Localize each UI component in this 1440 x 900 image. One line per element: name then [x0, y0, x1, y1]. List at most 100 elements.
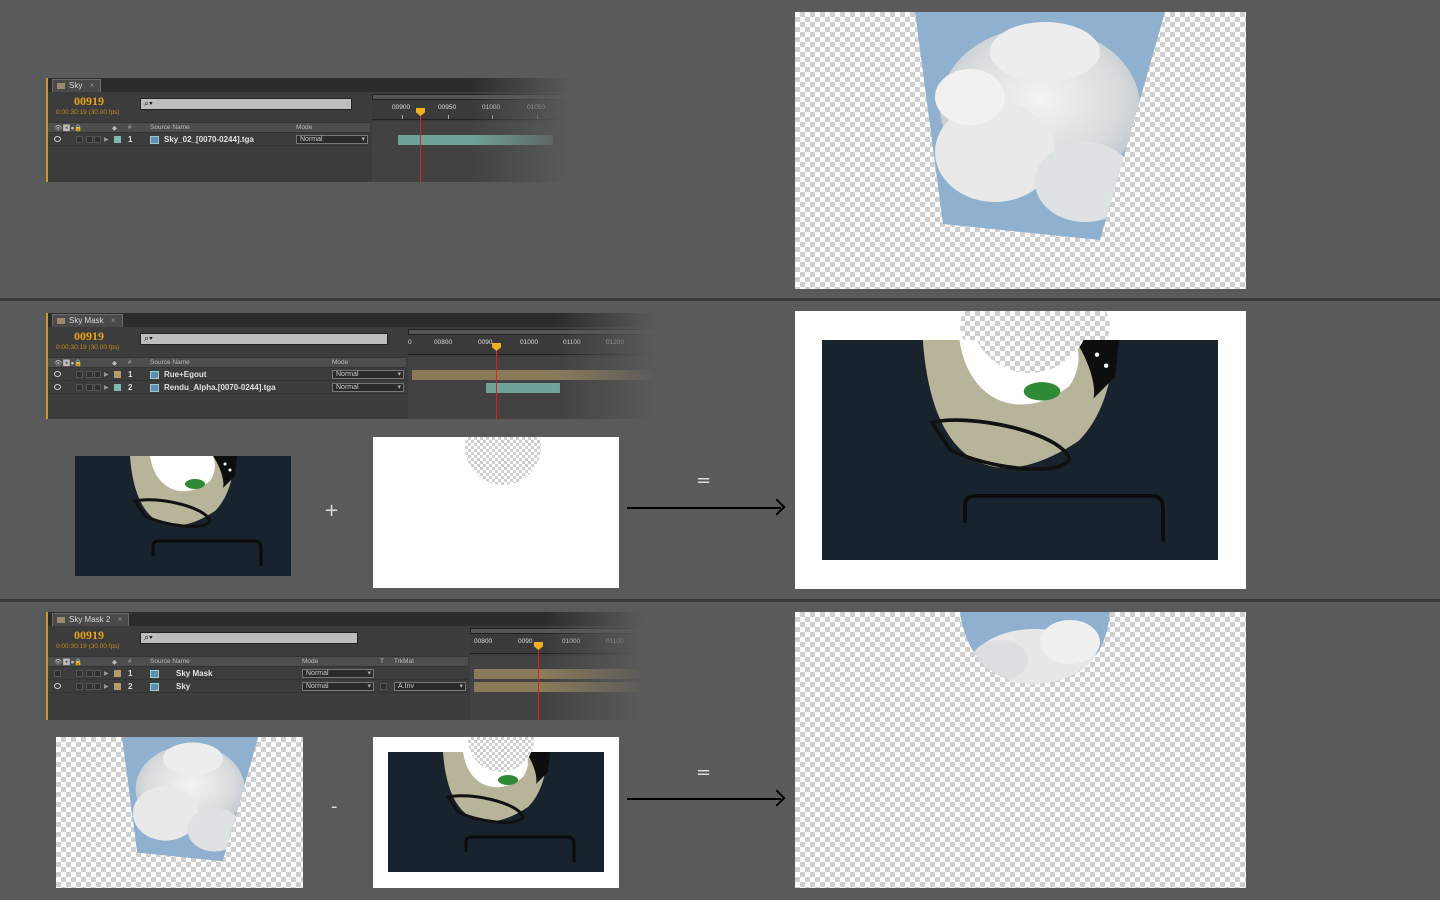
eye-icon[interactable]: [54, 136, 61, 142]
label-icon: ◆: [112, 360, 117, 367]
section-divider: [0, 599, 1440, 602]
mode-dropdown[interactable]: Normal: [302, 669, 374, 678]
ruler-tick: 0090: [518, 638, 533, 645]
layer-name[interactable]: Sky Mask: [176, 669, 212, 678]
label-swatch[interactable]: [114, 683, 121, 690]
timecode-fps: 0:00:30:19 (30.00 fps): [56, 109, 120, 116]
street-render-preview: [75, 456, 291, 576]
sky-layer-preview: [56, 737, 303, 888]
t-header[interactable]: T: [380, 658, 384, 665]
source-name-header[interactable]: Source Name: [150, 359, 190, 366]
mode-dropdown[interactable]: Normal: [296, 135, 368, 144]
ruler-tick: 0090: [478, 339, 493, 346]
label-swatch[interactable]: [114, 384, 121, 391]
audio-toggle[interactable]: [76, 371, 83, 378]
lock-toggle[interactable]: [94, 371, 101, 378]
expand-icon[interactable]: ▶: [104, 371, 109, 378]
layer-row[interactable]: ▶ 1 Sky_02_[0070-0244].tga Normal: [48, 134, 370, 146]
lock-toggle[interactable]: [94, 670, 101, 677]
label-swatch[interactable]: [114, 136, 121, 143]
audio-toggle[interactable]: [76, 384, 83, 391]
preserve-transparency-toggle[interactable]: [380, 683, 387, 690]
layer-name[interactable]: Sky_02_[0070-0244].tga: [164, 135, 254, 144]
audio-toggle[interactable]: [76, 136, 83, 143]
final-result-preview: [795, 612, 1246, 888]
panel-fade: [544, 612, 644, 720]
mode-dropdown[interactable]: Normal: [302, 682, 374, 691]
layer-name[interactable]: Rendu_Alpha.[0070-0244].tga: [164, 383, 276, 392]
street-render-image: [75, 456, 291, 576]
solo-toggle[interactable]: [86, 136, 93, 143]
layer-row[interactable]: ▶ 1 Sky Mask Normal: [48, 668, 468, 680]
trkmat-header[interactable]: TrkMat: [394, 658, 414, 665]
eye-icon[interactable]: [54, 384, 61, 390]
eye-icon[interactable]: [54, 683, 61, 689]
expand-icon[interactable]: ▶: [104, 670, 109, 677]
search-icon: ⌕▾: [144, 98, 153, 108]
current-timecode[interactable]: 00919: [74, 329, 104, 344]
arrow-right-icon: [627, 798, 781, 800]
sky-layer-image: [121, 737, 259, 862]
search-icon: ⌕▾: [144, 632, 153, 642]
solo-toggle[interactable]: [86, 384, 93, 391]
plus-operator: +: [324, 500, 340, 521]
current-timecode[interactable]: 00919: [74, 628, 104, 643]
layer-row[interactable]: ▶ 1 Rue+Egout Normal: [48, 369, 406, 381]
solo-toggle[interactable]: [86, 683, 93, 690]
close-icon[interactable]: ×: [90, 81, 95, 90]
mode-header[interactable]: Mode: [296, 124, 312, 131]
label-swatch[interactable]: [114, 371, 121, 378]
timeline-panel-sky-mask-2: Sky Mask 2 × 00919 0:00:30:19 (30.00 fps…: [46, 612, 644, 720]
expand-icon[interactable]: ▶: [104, 384, 109, 391]
layer-name[interactable]: Rue+Egout: [164, 370, 206, 379]
lock-toggle[interactable]: [94, 136, 101, 143]
close-icon[interactable]: ×: [111, 316, 116, 325]
ruler-tick: 00950: [438, 104, 457, 111]
ruler-tick: 0: [408, 339, 412, 346]
tab-sky[interactable]: Sky ×: [52, 79, 102, 92]
lock-toggle[interactable]: [94, 384, 101, 391]
search-input[interactable]: ⌕▾: [140, 98, 352, 110]
lock-toggle[interactable]: [94, 683, 101, 690]
layer-row[interactable]: ▶ 2 Rendu_Alpha.[0070-0244].tga Normal: [48, 382, 406, 394]
audio-toggle[interactable]: [76, 683, 83, 690]
alpha-matte-preview: [373, 437, 619, 588]
source-name-header[interactable]: Source Name: [150, 658, 190, 665]
current-time-indicator[interactable]: [538, 646, 539, 720]
current-timecode[interactable]: 00919: [74, 94, 104, 109]
video-toggle[interactable]: [54, 670, 61, 677]
mode-header[interactable]: Mode: [302, 658, 318, 665]
mode-dropdown[interactable]: Normal: [332, 370, 404, 379]
expand-icon[interactable]: ▶: [104, 136, 109, 143]
tab-sky-mask-2[interactable]: Sky Mask 2 ×: [52, 613, 130, 626]
audio-toggle[interactable]: [76, 670, 83, 677]
expand-icon[interactable]: ▶: [104, 683, 109, 690]
sky-mask-preview: [373, 737, 619, 888]
solo-toggle[interactable]: [86, 670, 93, 677]
trkmat-dropdown[interactable]: A.Inv: [394, 682, 466, 691]
mode-dropdown[interactable]: Normal: [332, 383, 404, 392]
arrow-right-icon: [627, 507, 781, 509]
layer-bar[interactable]: [486, 383, 560, 393]
search-input[interactable]: ⌕▾: [140, 632, 358, 644]
eye-icon[interactable]: [54, 371, 61, 377]
layer-row[interactable]: ▶ 2 Sky Normal A.Inv: [48, 681, 468, 693]
equals-operator: =: [696, 470, 712, 491]
search-input[interactable]: ⌕▾: [140, 333, 388, 345]
tick-mark: [448, 115, 449, 119]
composition-icon: [57, 83, 65, 89]
current-time-indicator[interactable]: [420, 112, 421, 182]
mode-header[interactable]: Mode: [332, 359, 348, 366]
label-swatch[interactable]: [114, 670, 121, 677]
num-header: #: [128, 359, 132, 366]
layer-name[interactable]: Sky: [176, 682, 190, 691]
column-header: 👁◀●🔒 ◆ # Source Name Mode T TrkMat: [48, 656, 468, 667]
tab-sky-mask[interactable]: Sky Mask ×: [52, 314, 123, 327]
source-name-header[interactable]: Source Name: [150, 124, 190, 131]
solo-toggle[interactable]: [86, 371, 93, 378]
timecode-fps: 0:00:30:19 (30.00 fps): [56, 344, 120, 351]
section-divider: [0, 298, 1440, 301]
current-time-indicator[interactable]: [496, 347, 497, 419]
close-icon[interactable]: ×: [118, 615, 123, 624]
ruler-tick: 01000: [520, 339, 539, 346]
